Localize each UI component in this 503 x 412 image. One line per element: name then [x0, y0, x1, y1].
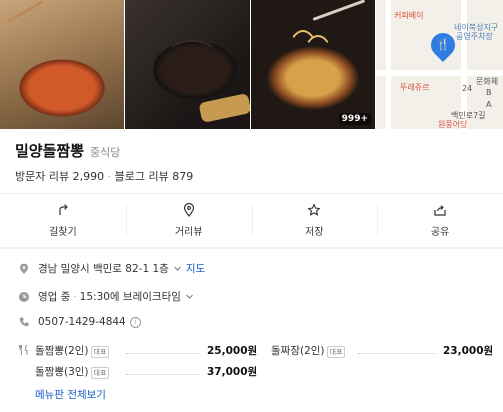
address-row: 경남 밀양시 백민로 82-1 1층 지도 [18, 261, 205, 276]
map-pin-icon: 🍴 [426, 28, 460, 62]
map-label: 뚜레쥬르 [400, 83, 430, 92]
menu-fork-knife-icon [18, 344, 28, 355]
hours-status: 영업 중 [38, 291, 71, 303]
street-view-button[interactable]: 거리뷰 [125, 195, 252, 245]
dotted-leader [126, 373, 200, 375]
place-header: 밀양돌짬뽕 중식당 [15, 140, 120, 161]
menu-item-name: 돌짜장(2인) [271, 345, 325, 357]
menu-item-name: 돌짬뽕(3인) [35, 366, 89, 378]
photo-3-noodles-2 [301, 35, 335, 99]
visitor-review-count[interactable]: 2,990 [73, 170, 105, 183]
separator-dot: · [107, 170, 112, 183]
chevron-down-icon[interactable] [173, 264, 182, 273]
blog-review-count[interactable]: 879 [172, 170, 193, 183]
phone-number[interactable]: 0507-1429-4844 [38, 316, 126, 328]
phone-icon [19, 317, 29, 327]
map-label: A [486, 100, 492, 109]
visitor-review-label[interactable]: 방문자 리뷰 [15, 170, 69, 183]
menu-item-price: 37,000원 [207, 366, 258, 378]
photo-1[interactable] [0, 0, 124, 129]
save-label: 저장 [305, 226, 324, 238]
review-summary: 방문자 리뷰 2,990 · 블로그 리뷰 879 [15, 168, 193, 184]
photo-count-badge: 999+ [338, 113, 371, 125]
place-category: 중식당 [90, 146, 121, 159]
share-button[interactable]: 공유 [377, 195, 503, 245]
hours-detail[interactable]: 15:30에 브레이크타임 [80, 289, 181, 304]
share-icon [434, 204, 446, 216]
menu-item-name: 돌짬뽕(2인) [35, 345, 89, 357]
directions-icon [59, 203, 68, 215]
dotted-leader [358, 352, 436, 354]
blog-review-label[interactable]: 블로그 리뷰 [115, 170, 169, 183]
save-button[interactable]: 저장 [251, 195, 378, 245]
info-icon[interactable]: i [129, 316, 141, 328]
dotted-leader [126, 352, 200, 354]
map-road [386, 0, 391, 129]
map-label: 공영주차장 [456, 32, 493, 41]
photo-strip: 999+ 커피베이 네이북성지구 공영주차장 문화체 뚜레쥬르 24 백민로7길… [0, 0, 503, 129]
chevron-down-icon[interactable] [185, 292, 194, 301]
separator-dot: · [73, 290, 77, 303]
map-label: 커피베이 [394, 11, 424, 20]
photo-2-fried-food [198, 93, 250, 123]
share-label: 공유 [430, 226, 450, 238]
hours-row: 영업 중 · 15:30에 브레이크타임 [18, 289, 194, 304]
chopsticks [312, 0, 366, 21]
map-label: 문화체 [476, 77, 499, 86]
address-text[interactable]: 경남 밀양시 백민로 82-1 1층 [38, 261, 169, 276]
map-label: 원풍어당 [438, 120, 468, 129]
rep-tag: 대표 [90, 346, 110, 358]
photo-1-prop [7, 0, 44, 23]
directions-button[interactable]: 길찾기 [0, 195, 126, 245]
photo-2[interactable] [125, 0, 250, 129]
phone-row: 0507-1429-4844 i [18, 316, 141, 328]
directions-label: 길찾기 [49, 226, 77, 238]
action-bar: 길찾기 거리뷰 저장 공유 [0, 195, 503, 245]
star-icon [308, 203, 321, 216]
rep-tag: 대표 [326, 346, 346, 358]
menu-item[interactable]: 돌짬뽕(3인) 대표 [35, 364, 110, 379]
photo-2-noodles [165, 40, 219, 74]
menu-item[interactable]: 돌짬뽕(2인) 대표 [35, 343, 110, 358]
clock-icon [19, 291, 29, 302]
place-name[interactable]: 밀양돌짬뽕 [15, 140, 84, 161]
location-pin-icon [20, 263, 28, 274]
street-view-label: 거리뷰 [174, 226, 203, 238]
rep-tag: 대표 [90, 367, 110, 379]
map-thumbnail[interactable]: 커피베이 네이북성지구 공영주차장 문화체 뚜레쥬르 24 백민로7길 A B … [376, 0, 503, 129]
map-label: 24 [462, 84, 473, 93]
map-link[interactable]: 지도 [186, 261, 205, 276]
map-label: B [486, 88, 492, 97]
menu-item[interactable]: 돌짜장(2인) 대표 [271, 343, 346, 358]
menu-item-price: 25,000원 [207, 345, 258, 357]
photo-3[interactable]: 999+ [251, 0, 375, 129]
location-pin-icon [183, 202, 194, 217]
menu-item-price: 23,000원 [443, 345, 494, 357]
full-menu-link[interactable]: 메뉴판 전체보기 [35, 387, 106, 402]
divider [0, 193, 503, 194]
section-divider [0, 247, 503, 249]
